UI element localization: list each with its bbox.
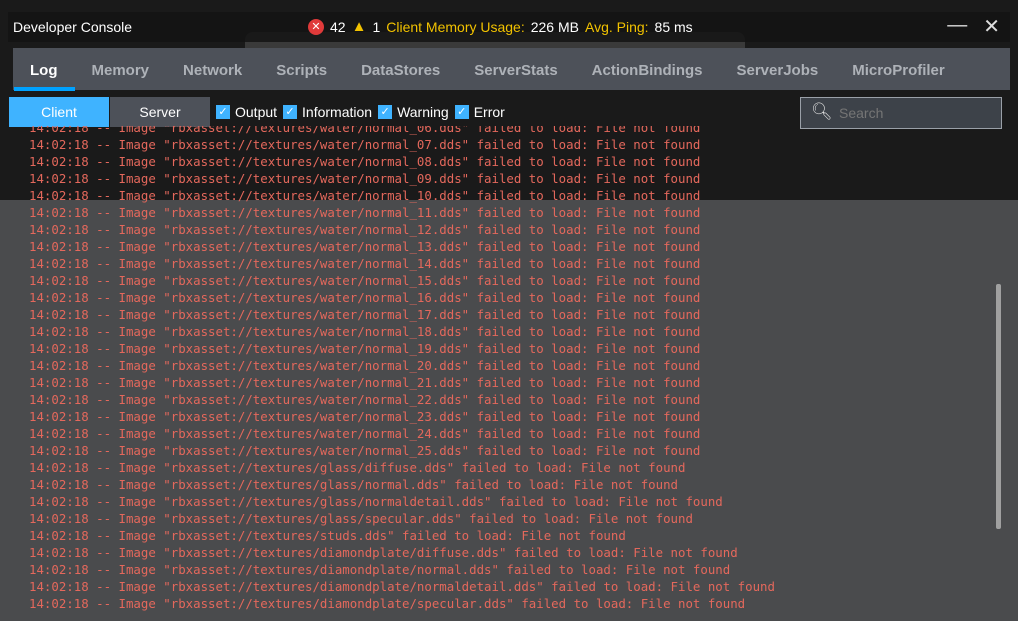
memory-value: 226 MB — [530, 18, 579, 35]
log-entry: 14:02:18 -- Image "rbxasset://textures/d… — [29, 579, 775, 594]
server-toggle[interactable]: Server — [110, 97, 210, 127]
checkbox-icon[interactable]: ✓ — [283, 105, 298, 119]
title-bar[interactable]: Developer Console ✕ 42 ▲ 1 Client Memory… — [8, 12, 1010, 42]
log-scrollbar[interactable] — [996, 284, 1001, 529]
warning-icon: ▲ — [351, 18, 367, 35]
filter-output[interactable]: ✓ Output — [216, 104, 277, 120]
window-title: Developer Console — [13, 19, 133, 35]
close-button[interactable]: ✕ — [983, 14, 1000, 39]
filter-warning[interactable]: ✓ Warning — [378, 104, 449, 120]
filter-row: Client Server ✓ Output ✓ Information ✓ Warnin… — [8, 97, 1010, 129]
log-entry: 14:02:18 -- Image "rbxasset://textures/d… — [29, 596, 746, 611]
stats-bar: ✕ 42 ▲ 1 Client Memory Usage: 226 MB Avg… — [308, 18, 693, 35]
checkbox-icon[interactable]: ✓ — [378, 105, 393, 119]
developer-console: Developer Console ✕ 42 ▲ 1 Client Memory… — [8, 12, 1010, 621]
tab-network[interactable]: Network — [166, 48, 259, 90]
log-entry: 14:02:18 -- Image "rbxasset://textures/w… — [29, 171, 701, 186]
log-entry: 14:02:18 -- Image "rbxasset://textures/w… — [29, 307, 701, 322]
log-entry: 14:02:18 -- Image "rbxasset://textures/w… — [29, 426, 701, 441]
log-entry: 14:02:18 -- Image "rbxasset://textures/w… — [29, 392, 701, 407]
log-entry: 14:02:18 -- Image "rbxasset://textures/w… — [29, 273, 701, 288]
filter-label: Information — [302, 104, 373, 120]
error-icon: ✕ — [308, 18, 324, 35]
error-count: 42 — [330, 18, 346, 35]
tab-memory[interactable]: Memory — [75, 48, 167, 90]
log-entry: 14:02:18 -- Image "rbxasset://textures/w… — [29, 341, 701, 356]
tab-datastores[interactable]: DataStores — [344, 48, 457, 90]
log-entry: 14:02:18 -- Image "rbxasset://textures/w… — [29, 205, 701, 220]
filter-label: Warning — [397, 104, 449, 120]
tab-serverjobs[interactable]: ServerJobs — [720, 48, 836, 90]
log-list[interactable]: 14:02:18 -- Image "rbxasset://textures/w… — [8, 126, 998, 621]
log-entry: 14:02:18 -- Image "rbxasset://textures/w… — [29, 290, 701, 305]
log-entry: 14:02:18 -- Image "rbxasset://textures/d… — [29, 562, 731, 577]
tab-log[interactable]: Log — [13, 48, 75, 91]
log-entry: 14:02:18 -- Image "rbxasset://textures/w… — [29, 375, 701, 390]
tab-serverstats[interactable]: ServerStats — [457, 48, 574, 90]
log-entry: 14:02:18 -- Image "rbxasset://textures/w… — [29, 239, 701, 254]
checkbox-icon[interactable]: ✓ — [216, 105, 230, 119]
log-entry: 14:02:18 -- Image "rbxasset://textures/w… — [29, 188, 701, 203]
log-entry: 14:02:18 -- Image "rbxasset://textures/w… — [29, 409, 701, 424]
log-entry: 14:02:18 -- Image "rbxasset://textures/w… — [29, 154, 701, 169]
tab-actionbindings[interactable]: ActionBindings — [575, 48, 720, 90]
tab-bar: Log Memory Network Scripts DataStores ServerS… — [13, 48, 1010, 91]
tab-microprofiler[interactable]: MicroProfiler — [835, 48, 962, 90]
log-entry: 14:02:18 -- Image "rbxasset://textures/s… — [29, 528, 626, 543]
filter-label: Error — [473, 104, 505, 120]
checkbox-icon[interactable]: ✓ — [454, 105, 469, 119]
minimize-button[interactable]: — — [947, 14, 967, 39]
log-entry: 14:02:18 -- Image "rbxasset://textures/w… — [29, 443, 701, 458]
memory-label: Client Memory Usage: — [386, 18, 525, 35]
log-entry: 14:02:18 -- Image "rbxasset://textures/w… — [29, 256, 701, 271]
log-entry: 14:02:18 -- Image "rbxasset://textures/w… — [29, 137, 701, 152]
ping-value: 85 ms — [654, 18, 693, 35]
log-entry: 14:02:18 -- Image "rbxasset://textures/w… — [29, 222, 701, 237]
log-entry: 14:02:18 -- Image "rbxasset://textures/g… — [29, 477, 679, 492]
tab-scripts[interactable]: Scripts — [259, 48, 344, 90]
search-input[interactable] — [837, 104, 991, 122]
log-entry: 14:02:18 -- Image "rbxasset://textures/d… — [29, 545, 738, 560]
ping-label: Avg. Ping: — [584, 18, 649, 35]
filter-label: Output — [235, 104, 278, 120]
log-entry: 14:02:18 -- Image "rbxasset://textures/w… — [29, 358, 701, 373]
client-toggle[interactable]: Client — [9, 97, 109, 127]
warning-count: 1 — [372, 18, 381, 35]
log-entry: 14:02:18 -- Image "rbxasset://textures/w… — [29, 324, 701, 339]
filter-information[interactable]: ✓ Information — [283, 104, 372, 120]
search-box[interactable]: 🔍︎ — [800, 97, 1002, 129]
search-icon: 🔍︎ — [811, 102, 833, 121]
log-entry: 14:02:18 -- Image "rbxasset://textures/g… — [29, 511, 693, 526]
log-entry: 14:02:18 -- Image "rbxasset://textures/w… — [29, 126, 701, 135]
log-entry: 14:02:18 -- Image "rbxasset://textures/g… — [29, 494, 723, 509]
filter-error[interactable]: ✓ Error — [454, 104, 505, 120]
log-entry: 14:02:18 -- Image "rbxasset://textures/g… — [29, 460, 686, 475]
